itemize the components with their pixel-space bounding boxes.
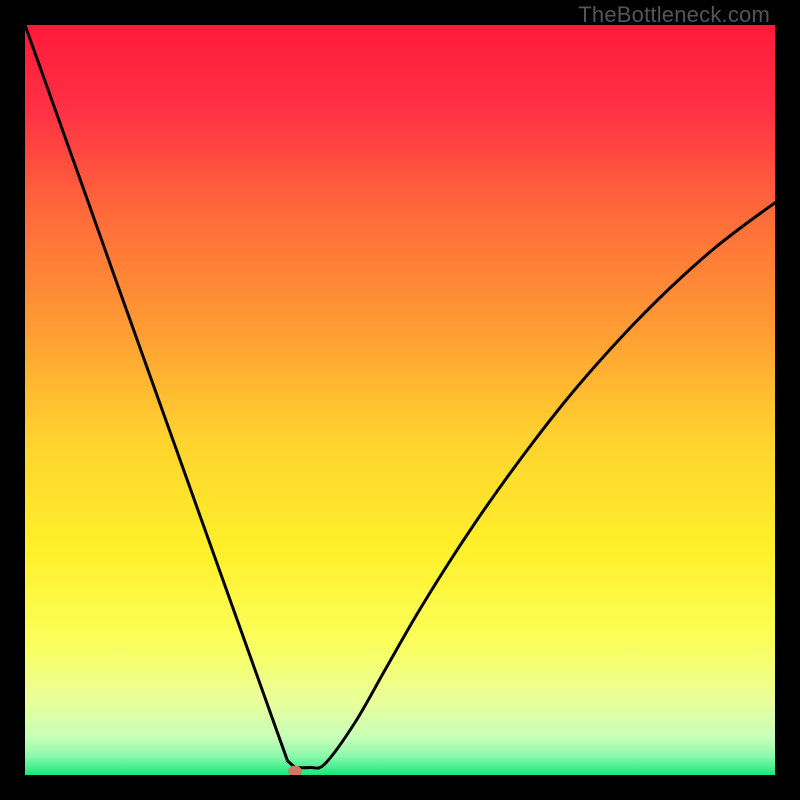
chart-background [25,25,775,775]
chart-plot [25,25,775,775]
chart-frame [25,25,775,775]
